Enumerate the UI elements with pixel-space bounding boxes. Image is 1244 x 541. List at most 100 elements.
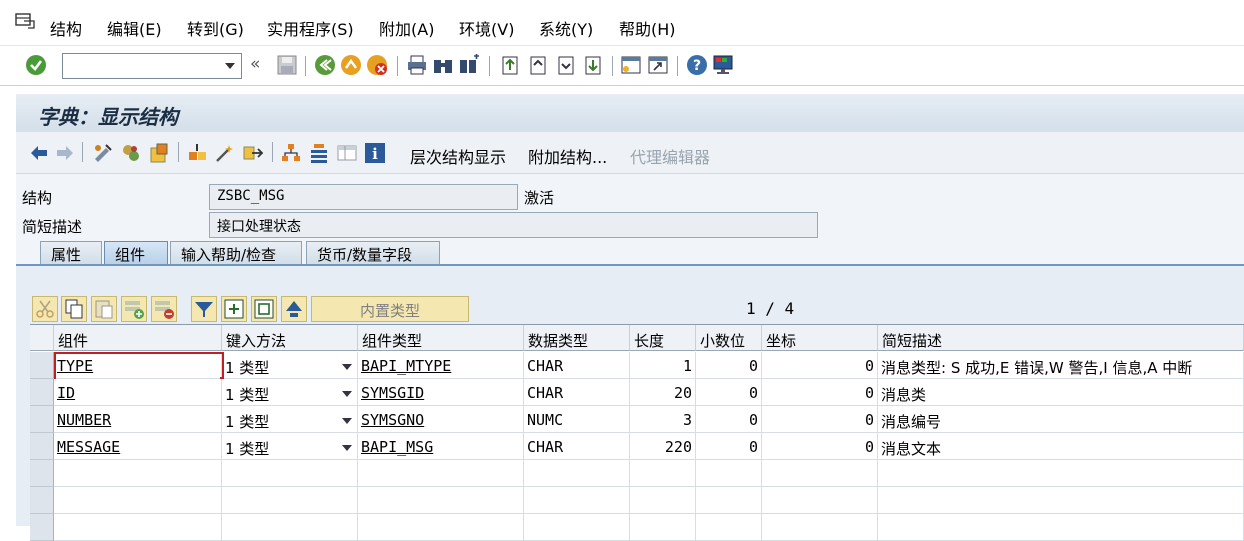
menu-item-system[interactable]: 系统(Y) — [539, 16, 593, 40]
find-next-icon[interactable] — [458, 54, 480, 76]
empty-cell[interactable] — [762, 460, 878, 487]
tab-attributes[interactable]: 属性 — [40, 241, 102, 265]
row-selector[interactable] — [30, 487, 54, 514]
dropdown-arrow-icon[interactable] — [342, 445, 352, 451]
empty-cell[interactable] — [524, 487, 630, 514]
insert-row-button[interactable] — [121, 296, 147, 322]
check-icon[interactable] — [120, 142, 142, 164]
cell-length[interactable]: 3 — [630, 406, 696, 433]
cell-short-description[interactable]: 消息编号 — [878, 406, 1244, 433]
cell-decimals[interactable]: 0 — [696, 406, 762, 433]
empty-cell[interactable] — [762, 487, 878, 514]
tab-input-help-check[interactable]: 输入帮助/检查 — [170, 241, 302, 265]
append-structure-button[interactable]: 附加结构... — [528, 144, 607, 168]
row-selector[interactable] — [30, 514, 54, 541]
cell-coordinate[interactable]: 0 — [762, 433, 878, 460]
cell-coordinate[interactable]: 0 — [762, 379, 878, 406]
table-view-icon[interactable] — [336, 142, 358, 164]
collapse-chevron-icon[interactable]: « — [250, 54, 260, 74]
structure-expand-button[interactable] — [221, 296, 247, 322]
empty-cell[interactable] — [54, 514, 222, 541]
system-menu-icon[interactable] — [14, 12, 36, 30]
cell-typing-method[interactable]: 1 类型 — [222, 379, 358, 406]
menu-item-help[interactable]: 帮助(H) — [619, 16, 676, 40]
cell-component[interactable]: TYPE — [54, 352, 222, 379]
column-header-component-type[interactable]: 组件类型 — [358, 325, 524, 351]
empty-cell[interactable] — [630, 514, 696, 541]
row-selector[interactable] — [30, 406, 54, 433]
empty-cell[interactable] — [696, 514, 762, 541]
shortcut-icon[interactable] — [647, 54, 669, 76]
empty-cell[interactable] — [222, 514, 358, 541]
cell-component[interactable]: NUMBER — [54, 406, 222, 433]
cell-decimals[interactable]: 0 — [696, 352, 762, 379]
exit-icon[interactable] — [340, 54, 362, 76]
help-icon[interactable]: ? — [686, 54, 708, 76]
column-header-short-description[interactable]: 简短描述 — [878, 325, 1244, 351]
wizard-icon[interactable] — [214, 142, 236, 164]
cell-component-type[interactable]: BAPI_MSG — [358, 433, 524, 460]
empty-cell[interactable] — [222, 487, 358, 514]
next-page-icon[interactable] — [555, 54, 577, 76]
hierarchy-display-button[interactable]: 层次结构显示 — [410, 144, 506, 168]
proxy-editor-button[interactable]: 代理编辑器 — [630, 144, 710, 168]
back-icon[interactable] — [314, 54, 336, 76]
menu-item-extras[interactable]: 附加(A) — [379, 16, 434, 40]
cell-length[interactable]: 1 — [630, 352, 696, 379]
cell-length[interactable]: 220 — [630, 433, 696, 460]
tab-components[interactable]: 组件 — [104, 241, 168, 265]
empty-cell[interactable] — [524, 514, 630, 541]
cut-button[interactable] — [32, 296, 58, 322]
column-header-data-type[interactable]: 数据类型 — [524, 325, 630, 351]
customize-layout-icon[interactable] — [712, 54, 734, 76]
arrow-left-icon[interactable] — [28, 142, 50, 164]
cell-component[interactable]: ID — [54, 379, 222, 406]
empty-cell[interactable] — [358, 460, 524, 487]
column-header-decimals[interactable]: 小数位 — [696, 325, 762, 351]
cell-component[interactable]: MESSAGE — [54, 433, 222, 460]
menu-item-utilities[interactable]: 实用程序(S) — [267, 16, 354, 40]
column-header-component[interactable]: 组件 — [54, 325, 222, 351]
last-page-icon[interactable] — [582, 54, 604, 76]
empty-cell[interactable] — [878, 514, 1244, 541]
display-change-icon[interactable] — [92, 142, 114, 164]
new-session-icon[interactable] — [620, 54, 642, 76]
empty-cell[interactable] — [222, 460, 358, 487]
tab-currency-quantity-fields[interactable]: 货币/数量字段 — [306, 241, 440, 265]
empty-cell[interactable] — [762, 514, 878, 541]
empty-cell[interactable] — [630, 487, 696, 514]
delete-row-button[interactable] — [151, 296, 177, 322]
cell-short-description[interactable]: 消息类 — [878, 379, 1244, 406]
row-selector[interactable] — [30, 460, 54, 487]
builtin-type-button[interactable]: 内置类型 — [311, 296, 469, 322]
menu-item-goto[interactable]: 转到(G) — [187, 16, 244, 40]
copy-button[interactable] — [61, 296, 87, 322]
menu-item-edit[interactable]: 编辑(E) — [107, 16, 162, 40]
empty-cell[interactable] — [696, 460, 762, 487]
cell-data-type[interactable]: NUMC — [524, 406, 630, 433]
command-field[interactable] — [62, 53, 242, 79]
previous-page-icon[interactable] — [527, 54, 549, 76]
menu-item-environment[interactable]: 环境(V) — [459, 16, 514, 40]
empty-cell[interactable] — [358, 514, 524, 541]
menu-item-structure[interactable]: 结构 — [50, 16, 82, 40]
activate-icon[interactable] — [148, 142, 170, 164]
cell-decimals[interactable]: 0 — [696, 433, 762, 460]
navigation-icon[interactable] — [242, 142, 264, 164]
structure-collapse-button[interactable] — [251, 296, 277, 322]
cell-coordinate[interactable]: 0 — [762, 406, 878, 433]
cell-component-type[interactable]: SYMSGID — [358, 379, 524, 406]
enter-check-icon[interactable] — [25, 54, 47, 76]
dropdown-arrow-icon[interactable] — [342, 418, 352, 424]
where-used-icon[interactable] — [186, 142, 208, 164]
cell-length[interactable]: 20 — [630, 379, 696, 406]
dropdown-arrow-icon[interactable] — [342, 364, 352, 370]
save-icon[interactable] — [276, 54, 298, 76]
cell-data-type[interactable]: CHAR — [524, 352, 630, 379]
empty-cell[interactable] — [524, 460, 630, 487]
row-selector[interactable] — [30, 433, 54, 460]
select-all-corner[interactable] — [30, 325, 54, 351]
cell-typing-method[interactable]: 1 类型 — [222, 352, 358, 379]
empty-cell[interactable] — [696, 487, 762, 514]
filter-button[interactable] — [191, 296, 217, 322]
